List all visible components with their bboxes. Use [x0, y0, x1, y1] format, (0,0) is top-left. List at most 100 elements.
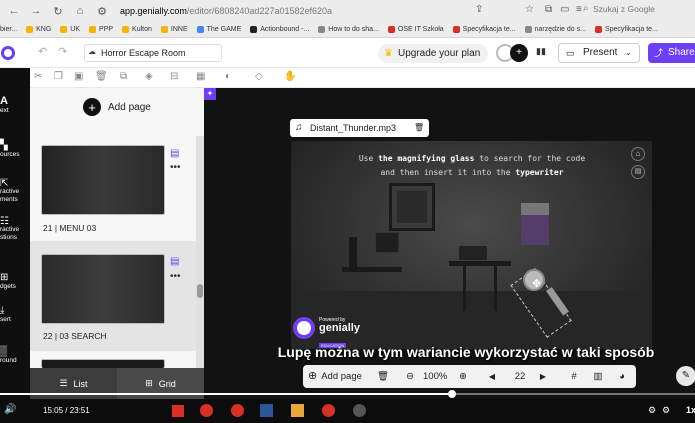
pages-scrollbar[interactable]	[196, 136, 204, 368]
trash-icon[interactable]: 🗑	[414, 119, 424, 137]
address-bar-row: ← → ↻ ⌂ ⚙ app.genially.com/editor/680824…	[0, 0, 695, 22]
tool-insert[interactable]: ⤓ sert	[0, 305, 30, 323]
page-item-22[interactable]: 22 | 03 SEARCH ▤ •••	[30, 241, 196, 351]
pdf-app-icon[interactable]	[172, 405, 184, 417]
playback-speed[interactable]: 1x	[686, 405, 695, 415]
extensions-icon[interactable]: ⧉	[545, 4, 552, 15]
bookmark-item[interactable]: KNG	[26, 26, 51, 33]
bookmark-item[interactable]: PPP	[89, 26, 113, 33]
bookmark-item[interactable]: narzędzie do s...	[524, 26, 586, 33]
folder-app-icon[interactable]	[291, 404, 304, 417]
present-button[interactable]: ▭ Present ⌄	[558, 43, 640, 63]
bookmark-item[interactable]: UK	[60, 26, 80, 33]
settings-icon[interactable]: ⚙	[662, 405, 670, 416]
copy-icon[interactable]: ❐	[54, 71, 63, 82]
transparency-icon[interactable]: ▦	[196, 71, 205, 82]
bookmark-star-icon[interactable]: ☆	[525, 4, 534, 15]
redo-icon[interactable]: ↷	[58, 45, 67, 58]
bookmark-fragment[interactable]: bier...	[0, 26, 17, 33]
bookmark-item[interactable]: The GAME	[196, 26, 241, 33]
project-title-input[interactable]: Horror Escape Room	[84, 44, 222, 62]
typewriter[interactable]	[459, 246, 487, 260]
vivaldi-app-icon-2[interactable]	[322, 404, 335, 417]
progress-knob[interactable]	[448, 390, 457, 398]
paste-icon[interactable]: ▣	[74, 71, 83, 82]
page-thumbnail[interactable]	[41, 359, 165, 368]
menu-icon[interactable]: ≡	[576, 4, 582, 15]
chair-back	[349, 237, 357, 267]
hand-icon[interactable]: ✋	[284, 71, 296, 82]
home-button-icon[interactable]: ⌂	[631, 147, 645, 161]
media-app-icon[interactable]	[200, 404, 213, 417]
genially-logo-icon[interactable]	[1, 46, 15, 60]
next-page-icon[interactable]: ▶	[537, 365, 549, 388]
upgrade-button[interactable]: ♛ Upgrade your plan	[378, 44, 488, 63]
system-tray-icon[interactable]: ⚙	[648, 405, 656, 416]
stats-icon[interactable]: ▮▮	[536, 46, 546, 57]
bookmark-item[interactable]: How to do sha...	[318, 26, 379, 33]
instruction-text[interactable]: Use the magnifying glass to search for t…	[312, 152, 632, 180]
music-note-icon: ♫	[295, 122, 303, 133]
grid-lines-icon[interactable]: #	[567, 365, 581, 388]
video-progress[interactable]	[0, 390, 695, 398]
scrollbar-thumb[interactable]	[197, 284, 203, 298]
undo-icon[interactable]: ↶	[38, 45, 47, 58]
tool-widgets[interactable]: ⊞ dgets	[0, 272, 30, 290]
effects-icon[interactable]: ◇	[255, 71, 263, 82]
share-page-icon[interactable]: ⇪	[475, 4, 483, 15]
google-search-input[interactable]: Szukaj z Google	[593, 4, 655, 14]
obs-app-icon[interactable]	[353, 404, 366, 417]
tool-text[interactable]: Aext	[0, 95, 30, 114]
bookmark-item[interactable]: Specyfikacja te...	[594, 26, 658, 33]
tool-background[interactable]: ▒ round	[0, 346, 30, 364]
more-options-icon[interactable]: •••	[170, 271, 181, 282]
bookmark-item[interactable]: Specyfikacja te...	[452, 26, 516, 33]
url-text[interactable]: app.genially.com/editor/6808240ad227a015…	[120, 6, 332, 16]
forward-icon[interactable]: →	[28, 3, 44, 19]
bookmark-item[interactable]: INNE	[160, 26, 188, 33]
interactivity-icon[interactable]: ▤	[170, 148, 179, 159]
add-collaborator-icon[interactable]: +	[510, 44, 528, 62]
bookmark-item[interactable]: Actionbound -...	[250, 26, 309, 33]
more-options-icon[interactable]: •••	[170, 162, 181, 173]
palette-icon[interactable]: ◕	[615, 365, 629, 388]
word-app-icon[interactable]	[260, 404, 273, 417]
duplicate-icon[interactable]: ⧉	[120, 71, 127, 82]
trash-bottom-icon[interactable]: 🗑	[373, 365, 393, 388]
cut-icon[interactable]: ✂	[34, 71, 42, 82]
edit-pencil-icon[interactable]: ✎	[676, 366, 695, 386]
tool-interactive-questions[interactable]: ☷ ractive stions	[0, 217, 30, 242]
zoom-out-icon[interactable]: ⊖	[403, 365, 417, 388]
bookmarks-bar: bier... KNG UK PPP Kulton INNE The GAME …	[0, 22, 695, 38]
vivaldi-app-icon[interactable]	[231, 404, 244, 417]
add-page-bottom-button[interactable]: ⊕ Add page	[308, 365, 362, 388]
layers-icon[interactable]: ◈	[145, 71, 153, 82]
volume-icon[interactable]: 🔊	[4, 404, 16, 415]
align-icon[interactable]: ⊟	[170, 71, 178, 82]
bookmark-item[interactable]: OSE IT Szkoła	[387, 26, 444, 33]
page-item-23[interactable]	[30, 351, 196, 368]
bookmark-item[interactable]: Kulton	[122, 26, 152, 33]
page-thumbnail[interactable]	[41, 254, 165, 324]
reload-icon[interactable]: ↻	[50, 3, 66, 19]
home-icon[interactable]: ⌂	[72, 3, 88, 19]
tool-interactive-elements[interactable]: ⇱ ractive ments	[0, 179, 30, 204]
prev-page-icon[interactable]: ◀	[486, 365, 498, 388]
site-info-icon[interactable]: ⚙	[94, 3, 110, 19]
pin-icon[interactable]: ✦	[204, 88, 216, 100]
page-number-input[interactable]: 22	[508, 365, 532, 388]
interactivity-icon[interactable]: ▤	[170, 256, 179, 267]
share-button[interactable]: ⤴ Share	[648, 43, 695, 63]
audio-element[interactable]: ♫ Distant_Thunder.mp3 🗑	[290, 119, 429, 137]
color-icon[interactable]: ◐	[225, 71, 231, 82]
delete-icon[interactable]: 🗑	[95, 71, 108, 82]
back-icon[interactable]: ←	[6, 3, 22, 19]
page-item-21[interactable]: 21 | MENU 03 ▤ •••	[30, 136, 196, 241]
columns-icon[interactable]: ▥	[591, 365, 605, 388]
info-button-icon[interactable]: ▤	[631, 165, 645, 179]
sidebar-icon[interactable]: ▭	[560, 4, 569, 15]
page-thumbnail[interactable]	[41, 145, 165, 215]
zoom-in-icon[interactable]: ⊕	[456, 365, 470, 388]
tool-resources[interactable]: ▚ ources	[0, 140, 30, 158]
add-page-button[interactable]: + Add page	[83, 98, 151, 116]
